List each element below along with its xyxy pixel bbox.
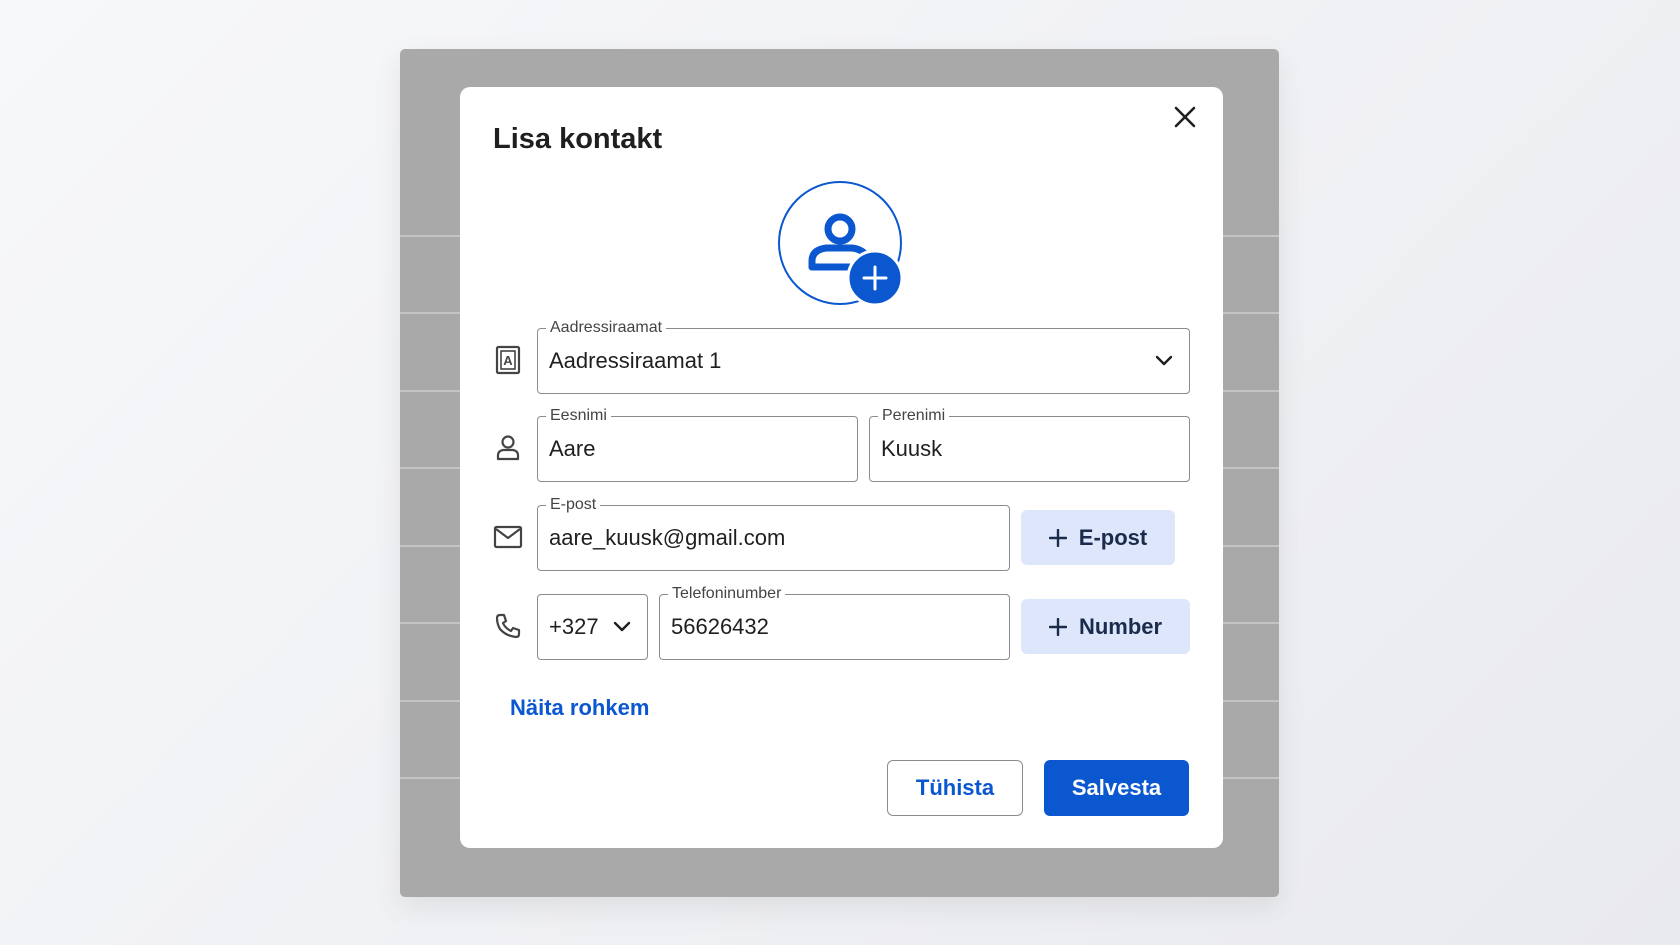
- email-field[interactable]: E-post aare_kuusk@gmail.com: [537, 495, 1010, 571]
- add-email-label: E-post: [1078, 524, 1148, 550]
- plus-icon: [1048, 617, 1067, 636]
- phone-number-field[interactable]: Telefoninumber 56626432: [659, 584, 1010, 660]
- show-more-link[interactable]: Näita rohkem: [510, 695, 649, 721]
- add-email-button[interactable]: E-post: [1021, 510, 1175, 565]
- mail-icon: [492, 521, 524, 553]
- plus-icon: [1048, 528, 1067, 547]
- person-icon: [492, 432, 524, 464]
- first-name-field[interactable]: Eesnimi Aare: [537, 406, 858, 482]
- first-name-value: Aare: [549, 436, 596, 461]
- close-icon: [1174, 106, 1196, 128]
- avatar-add-photo[interactable]: [778, 181, 904, 307]
- add-number-label: Number: [1078, 613, 1163, 639]
- address-book-value: Aadressiraamat 1: [549, 348, 722, 373]
- last-name-value: Kuusk: [881, 436, 943, 461]
- phone-icon: [492, 610, 524, 642]
- add-contact-dialog: Lisa kontakt A Aadressiraamat Aadressira…: [460, 87, 1223, 848]
- contact-book-icon: A: [492, 344, 524, 376]
- save-button[interactable]: Salvesta: [1044, 760, 1189, 816]
- phone-number-value: 56626432: [671, 614, 769, 639]
- add-number-button[interactable]: Number: [1021, 599, 1190, 654]
- dialog-title: Lisa kontakt: [493, 123, 663, 155]
- address-book-select[interactable]: Aadressiraamat Aadressiraamat 1: [537, 318, 1190, 394]
- last-name-field[interactable]: Perenimi Kuusk: [869, 406, 1190, 482]
- country-code-select[interactable]: +327: [537, 594, 648, 660]
- chevron-down-icon: [613, 595, 631, 659]
- country-code-value: +327: [549, 614, 599, 639]
- chevron-down-icon: [1155, 329, 1173, 393]
- email-value: aare_kuusk@gmail.com: [549, 525, 786, 550]
- close-button[interactable]: [1169, 101, 1201, 133]
- cancel-button[interactable]: Tühista: [887, 760, 1023, 816]
- svg-text:A: A: [503, 353, 513, 368]
- person-add-icon: [778, 181, 904, 307]
